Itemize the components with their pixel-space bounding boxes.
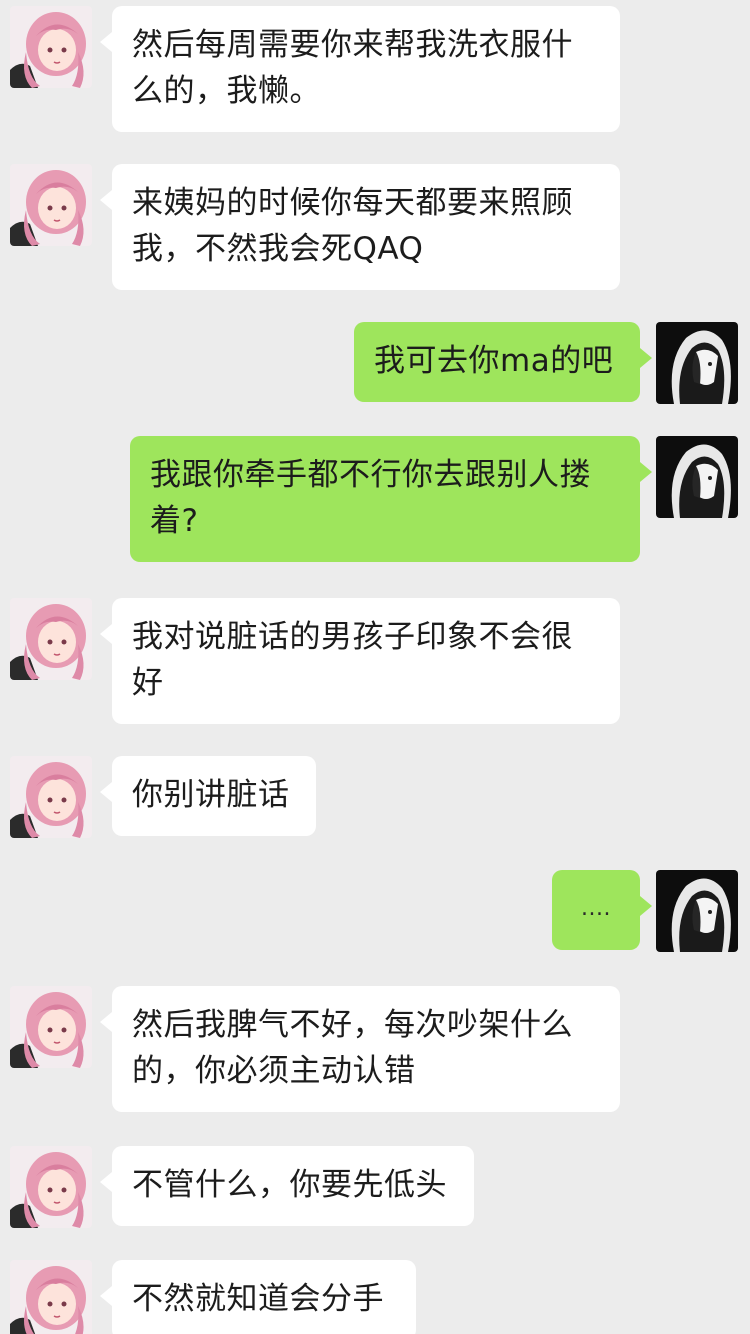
hooded-figure-avatar-icon — [656, 436, 738, 518]
girl-avatar[interactable] — [10, 1146, 92, 1228]
girl-avatar[interactable] — [10, 598, 92, 680]
user-avatar[interactable] — [656, 436, 738, 518]
girl-avatar[interactable] — [10, 6, 92, 88]
girl-avatar-icon — [10, 6, 92, 88]
girl-avatar-icon — [10, 598, 92, 680]
message-bubble-incoming[interactable]: 来姨妈的时候你每天都要来照顾我，不然我会死QAQ — [100, 164, 620, 290]
girl-avatar-icon — [10, 164, 92, 246]
message-bubble-incoming[interactable]: 不然就知道会分手 — [100, 1260, 416, 1334]
hooded-figure-avatar-icon — [656, 322, 738, 404]
user-avatar[interactable] — [656, 322, 738, 404]
message-bubble-outgoing[interactable]: .... — [552, 870, 652, 950]
girl-avatar-icon — [10, 1260, 92, 1334]
user-avatar[interactable] — [656, 870, 738, 952]
girl-avatar[interactable] — [10, 986, 92, 1068]
girl-avatar-icon — [10, 756, 92, 838]
message-bubble-outgoing[interactable]: 我可去你ma的吧 — [354, 322, 652, 402]
girl-avatar[interactable] — [10, 756, 92, 838]
girl-avatar[interactable] — [10, 164, 92, 246]
message-bubble-incoming[interactable]: 我对说脏话的男孩子印象不会很好 — [100, 598, 620, 724]
hooded-figure-avatar-icon — [656, 870, 738, 952]
message-bubble-incoming[interactable]: 不管什么，你要先低头 — [100, 1146, 474, 1226]
message-bubble-incoming[interactable]: 你别讲脏话 — [100, 756, 316, 836]
chat-conversation[interactable]: 然后每周需要你来帮我洗衣服什么的，我懒。 来姨妈的时候你每天都要来照顾我，不然我… — [0, 0, 750, 1334]
girl-avatar-icon — [10, 1146, 92, 1228]
message-bubble-outgoing[interactable]: 我跟你牵手都不行你去跟别人搂着? — [130, 436, 652, 562]
message-bubble-incoming[interactable]: 然后每周需要你来帮我洗衣服什么的，我懒。 — [100, 6, 620, 132]
girl-avatar[interactable] — [10, 1260, 92, 1334]
girl-avatar-icon — [10, 986, 92, 1068]
message-bubble-incoming[interactable]: 然后我脾气不好，每次吵架什么的，你必须主动认错 — [100, 986, 620, 1112]
